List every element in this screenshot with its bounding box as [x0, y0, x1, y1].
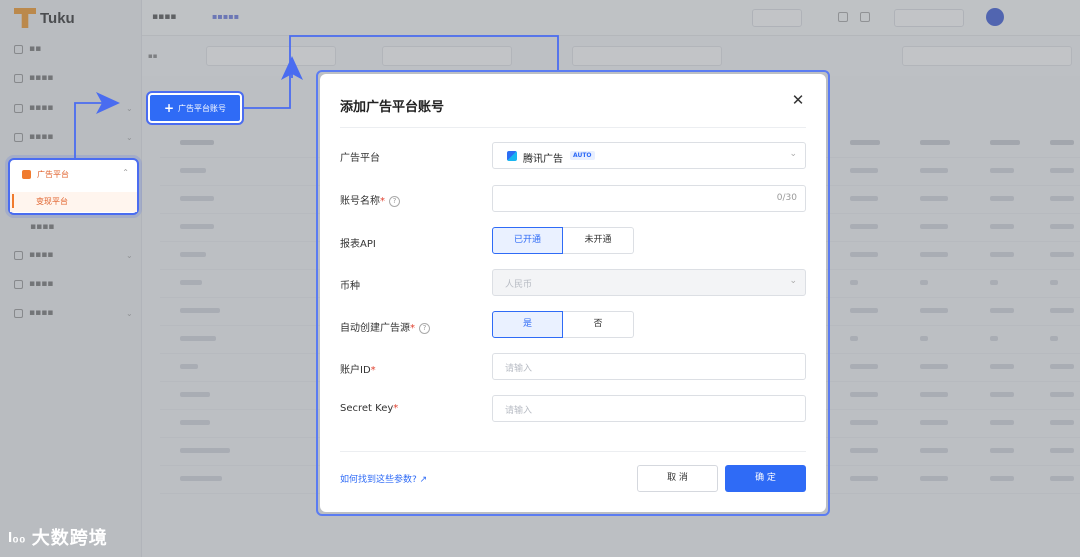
divider	[340, 451, 806, 452]
modal-title: 添加广告平台账号	[340, 100, 445, 115]
cancel-button[interactable]: 取 消	[637, 465, 718, 492]
plus-icon: +	[163, 101, 175, 115]
auto-create-label: 自动创建广告源*?	[340, 319, 430, 334]
report-api-toggle[interactable]: 已开通 未开通	[492, 227, 634, 254]
currency-select: 人民币 ⌄	[492, 269, 806, 296]
sidebar-item-label: 广告平台	[37, 170, 69, 179]
auto-create-no-option[interactable]: 否	[563, 311, 634, 338]
auto-create-yes-option[interactable]: 是	[492, 311, 563, 338]
confirm-button[interactable]: 确 定	[725, 465, 806, 492]
sidebar-ad-platform-group[interactable]: 广告平台 ⌃ 变现平台	[8, 158, 139, 215]
divider	[340, 127, 806, 128]
secret-key-input[interactable]: 请输入	[492, 395, 806, 422]
currency-value: 人民币	[505, 280, 533, 290]
tencent-ads-icon	[507, 151, 517, 161]
watermark-logo: I₀₀	[8, 528, 26, 546]
close-icon[interactable]: ✕	[790, 92, 806, 108]
watermark-text: 大数跨境	[31, 528, 108, 549]
chevron-down-icon: ⌄	[789, 276, 797, 286]
chevron-down-icon: ⌄	[789, 149, 797, 159]
sidebar-item-label: 变现平台	[36, 197, 68, 206]
platform-label: 广告平台	[340, 153, 380, 164]
external-link-icon: ↗	[419, 475, 428, 485]
help-link[interactable]: 如何找到这些参数? ↗	[340, 472, 427, 485]
auto-create-toggle[interactable]: 是 否	[492, 311, 634, 338]
platform-value: 腾讯广告	[523, 154, 563, 165]
ad-platform-icon	[22, 170, 31, 179]
add-button-label: 广告平台账号	[178, 103, 227, 113]
help-circle-icon[interactable]: ?	[389, 195, 400, 207]
account-name-input[interactable]: 0/30	[492, 185, 806, 212]
report-api-enabled-option[interactable]: 已开通	[492, 227, 563, 254]
secret-key-label: Secret Key*	[340, 403, 399, 414]
account-name-label: 账号名称*?	[340, 192, 400, 207]
report-api-disabled-option[interactable]: 未开通	[563, 227, 634, 254]
char-counter: 0/30	[776, 193, 797, 203]
sidebar-item-monetization-platform[interactable]: 变现平台	[10, 192, 137, 212]
add-account-modal: 添加广告平台账号 ✕ 广告平台 腾讯广告 AUTO ⌄ 账号名称*? 0/30 …	[320, 74, 826, 512]
platform-select[interactable]: 腾讯广告 AUTO ⌄	[492, 142, 806, 169]
account-id-label: 账户ID*	[340, 365, 376, 376]
currency-label: 币种	[340, 281, 360, 292]
chevron-up-icon: ⌃	[122, 168, 129, 177]
add-ad-platform-account-button[interactable]: + 广告平台账号	[148, 93, 242, 123]
account-id-input[interactable]: 请输入	[492, 353, 806, 380]
account-id-placeholder: 请输入	[505, 364, 533, 374]
auto-badge: AUTO	[570, 151, 595, 160]
secret-key-placeholder: 请输入	[505, 406, 533, 416]
watermark: I₀₀ 大数跨境	[8, 524, 108, 550]
help-circle-icon[interactable]: ?	[419, 322, 430, 334]
sidebar-item-ad-platform[interactable]: 广告平台	[22, 169, 69, 180]
active-indicator	[12, 194, 14, 208]
report-api-label: 报表API	[340, 239, 376, 250]
